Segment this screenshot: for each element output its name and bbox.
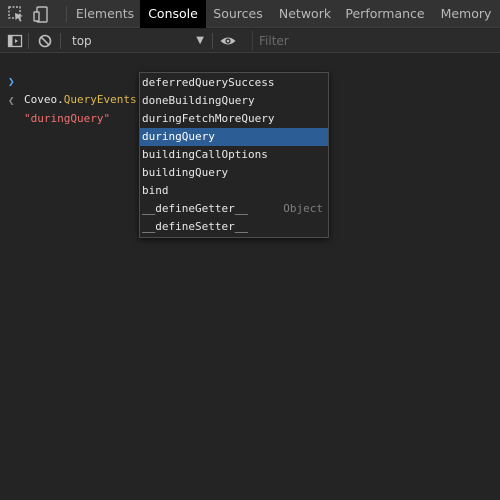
autocomplete-item-label: duringQuery <box>142 130 215 143</box>
context-value: top <box>72 34 92 48</box>
autocomplete-item-label: duringFetchMoreQuery <box>142 112 275 125</box>
tab-elements[interactable]: Elements <box>72 0 138 28</box>
result-caret-icon: ❮ <box>8 94 15 107</box>
autocomplete-item[interactable]: __defineGetter__ Object <box>140 200 328 218</box>
toolbar-separator <box>28 33 29 49</box>
clear-console-icon[interactable] <box>36 32 54 50</box>
autocomplete-item-label: buildingCallOptions <box>142 148 268 161</box>
tab-sources[interactable]: Sources <box>208 0 268 28</box>
filter-input[interactable]: Filter <box>252 31 500 51</box>
autocomplete-item-label: buildingQuery <box>142 166 229 179</box>
toolbar-separator <box>60 33 61 49</box>
tab-separator <box>66 6 67 22</box>
autocomplete-item-label: bind <box>142 184 169 197</box>
autocomplete-item-label: deferredQuerySuccess <box>142 76 275 89</box>
device-toolbar-icon[interactable] <box>32 4 52 24</box>
console-input-line[interactable]: ❯ Coveo.QueryEvents.duringQuery <box>0 55 500 106</box>
input-object: Coveo <box>24 93 58 106</box>
dropdown-arrow-icon: ▼ <box>196 35 204 46</box>
console-result-value: "duringQuery" <box>24 112 111 125</box>
autocomplete-item[interactable]: buildingCallOptions <box>140 146 328 164</box>
tab-memory[interactable]: Memory <box>436 0 496 28</box>
input-dot: . <box>57 93 64 106</box>
autocomplete-item-label: __defineSetter__ <box>142 220 248 233</box>
autocomplete-item[interactable]: doneBuildingQuery <box>140 92 328 110</box>
console-toolbar: top ▼ Filter <box>0 29 500 53</box>
autocomplete-dropdown: deferredQuerySuccess doneBuildingQuery d… <box>139 72 329 238</box>
input-property: QueryEvents <box>63 93 137 106</box>
autocomplete-item[interactable]: buildingQuery <box>140 164 328 182</box>
autocomplete-item-label: __defineGetter__ <box>142 202 248 215</box>
tab-performance[interactable]: Performance <box>342 0 428 28</box>
tab-network[interactable]: Network <box>274 0 336 28</box>
tab-console[interactable]: Console <box>140 0 206 28</box>
autocomplete-item-selected[interactable]: duringQuery <box>140 128 328 146</box>
devtools-tab-bar: Elements Console Sources Network Perform… <box>0 0 500 28</box>
autocomplete-item-label: doneBuildingQuery <box>142 94 255 107</box>
toolbar-separator <box>212 33 213 49</box>
context-selector[interactable]: top ▼ <box>64 29 208 53</box>
autocomplete-item-hint: Object <box>283 202 323 215</box>
autocomplete-item[interactable]: duringFetchMoreQuery <box>140 110 328 128</box>
eye-icon[interactable] <box>219 32 237 50</box>
autocomplete-item[interactable]: bind <box>140 182 328 200</box>
sidebar-toggle-icon[interactable] <box>6 32 24 50</box>
autocomplete-item[interactable]: deferredQuerySuccess <box>140 74 328 92</box>
autocomplete-item[interactable]: __defineSetter__ <box>140 218 328 236</box>
inspect-element-icon[interactable] <box>6 4 26 24</box>
filter-placeholder: Filter <box>259 34 289 48</box>
